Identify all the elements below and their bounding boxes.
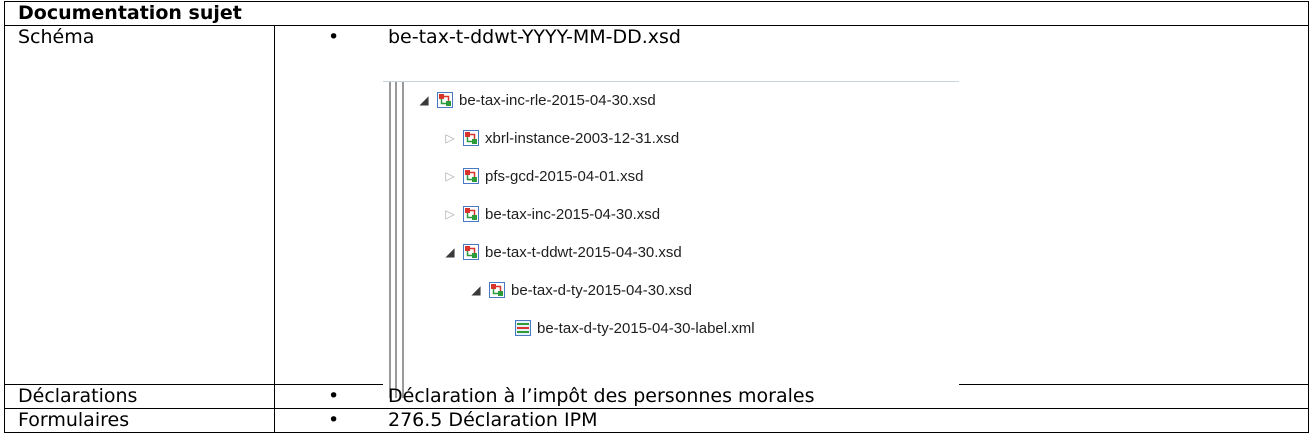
bullet-item: • Déclaration à l’impôt des personnes mo… <box>275 385 1308 408</box>
tree-node[interactable]: ▷ be-tax-inc-2015-04-30.xsd <box>443 201 660 227</box>
bullet-item: • 276.5 Déclaration IPM <box>275 409 1308 432</box>
tree-node[interactable]: ▷ pfs-gcd-2015-04-01.xsd <box>443 163 643 189</box>
documentation-table: Documentation sujet Schéma • be-tax-t-dd… <box>4 1 1309 433</box>
collapsed-arrow-icon[interactable]: ▷ <box>443 203 457 226</box>
xsd-schema-icon <box>463 168 479 184</box>
xsd-schema-icon <box>463 206 479 222</box>
bullet-text: 276.5 Déclaration IPM <box>388 409 598 431</box>
tree-border-line <box>402 82 404 398</box>
xsd-schema-icon <box>463 130 479 146</box>
bullet-icon: • <box>328 385 340 407</box>
collapsed-arrow-icon[interactable]: ▷ <box>443 165 457 188</box>
bullet-icon: • <box>328 26 340 48</box>
table-row-forms: Formulaires • 276.5 Déclaration IPM <box>4 408 1309 433</box>
tree-node-label: be-tax-d-ty-2015-04-30.xsd <box>511 281 692 299</box>
tree-node[interactable]: ◢ be-tax-d-ty-2015-04-30.xsd <box>469 277 692 303</box>
tree-node-label: be-tax-t-ddwt-2015-04-30.xsd <box>485 243 682 261</box>
header-row: Documentation sujet <box>4 1 1309 26</box>
tree-node-label: xbrl-instance-2003-12-31.xsd <box>485 129 680 147</box>
tree-screenshot: ◢ be-tax-inc-rle-2015-04-30.xsd ▷ xbrl-i… <box>275 49 1308 398</box>
bullet-text: Déclaration à l’impôt des personnes mora… <box>388 385 815 407</box>
row-label-schema: Schéma <box>4 25 275 385</box>
table-header: Documentation sujet <box>4 1 1309 26</box>
tree-node[interactable]: ▷ xbrl-instance-2003-12-31.xsd <box>443 125 679 151</box>
tree-node-label: be-tax-inc-rle-2015-04-30.xsd <box>459 91 656 109</box>
tree-border-line <box>395 82 397 398</box>
tree-node-label: be-tax-inc-2015-04-30.xsd <box>485 205 661 223</box>
expanded-arrow-icon[interactable]: ◢ <box>417 89 431 112</box>
xsd-schema-icon <box>463 244 479 260</box>
collapsed-arrow-icon[interactable]: ▷ <box>443 127 457 150</box>
row-label-forms: Formulaires <box>4 408 275 433</box>
xsd-schema-icon <box>437 92 453 108</box>
xml-linkbase-icon <box>515 320 531 336</box>
table-row-schema: Schéma • be-tax-t-ddwt-YYYY-MM-DD.xsd ◢ … <box>4 25 1309 398</box>
bullet-icon: • <box>328 409 340 431</box>
row-content-schema: • be-tax-t-ddwt-YYYY-MM-DD.xsd ◢ be-tax-… <box>274 25 1309 398</box>
table-row-declarations: Déclarations • Déclaration à l’impôt des… <box>4 384 1309 409</box>
tree-node-label: pfs-gcd-2015-04-01.xsd <box>485 167 644 185</box>
row-content-forms: • 276.5 Déclaration IPM <box>274 408 1309 433</box>
xsd-schema-icon <box>489 282 505 298</box>
expanded-arrow-icon[interactable]: ◢ <box>443 241 457 264</box>
bullet-text: be-tax-t-ddwt-YYYY-MM-DD.xsd <box>388 26 681 48</box>
tree-border-line <box>389 82 391 398</box>
row-label-declarations: Déclarations <box>4 384 275 409</box>
row-content-declarations: • Déclaration à l’impôt des personnes mo… <box>274 384 1309 409</box>
tree-node[interactable]: ◢ be-tax-inc-rle-2015-04-30.xsd <box>417 87 656 113</box>
tree-node[interactable]: be-tax-d-ty-2015-04-30-label.xml <box>515 315 755 341</box>
tree-node[interactable]: ◢ be-tax-t-ddwt-2015-04-30.xsd <box>443 239 682 265</box>
tree-node-label: be-tax-d-ty-2015-04-30-label.xml <box>537 319 755 337</box>
bullet-item: • be-tax-t-ddwt-YYYY-MM-DD.xsd <box>275 26 1308 49</box>
expanded-arrow-icon[interactable]: ◢ <box>469 279 483 302</box>
schema-tree-view: ◢ be-tax-inc-rle-2015-04-30.xsd ▷ xbrl-i… <box>383 81 959 398</box>
